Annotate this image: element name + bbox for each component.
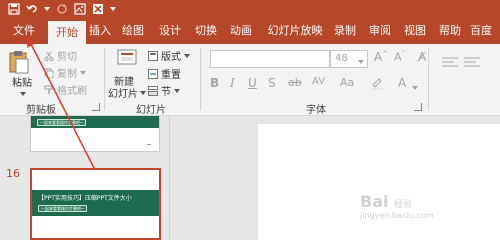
tab-home[interactable]: 开始 xyxy=(48,21,86,44)
excel-icon[interactable] xyxy=(92,3,104,15)
decrease-font-icon[interactable]: A˅ xyxy=(394,50,405,64)
tab-animations[interactable]: 动画 xyxy=(229,18,253,44)
copy-dropdown-icon[interactable] xyxy=(80,70,86,75)
undo-icon[interactable] xyxy=(26,3,38,15)
paragraph-group-partial xyxy=(440,54,490,94)
char-spacing-icon[interactable]: AV xyxy=(312,76,325,87)
redo-icon[interactable] xyxy=(56,3,68,15)
watermark: Bai 经验 jingyan.baidu.com xyxy=(360,192,434,220)
bold-icon[interactable]: B xyxy=(210,76,219,90)
strikethrough-icon[interactable]: ab xyxy=(288,76,302,89)
font-color-icon[interactable]: A xyxy=(398,76,406,90)
layout-icon xyxy=(148,50,158,61)
title-bar xyxy=(0,0,500,18)
layout-button[interactable]: 版式 xyxy=(148,48,190,63)
reset-label: 重置 xyxy=(161,70,181,81)
copy-button[interactable]: 复制 xyxy=(44,65,86,80)
undo-dropdown-icon[interactable] xyxy=(44,6,50,12)
tab-help[interactable]: 帮助 xyxy=(438,18,462,44)
cut-button[interactable]: 剪切 xyxy=(44,48,77,63)
format-painter-button[interactable]: 格式刷 xyxy=(44,82,87,97)
slide-editor-canvas[interactable] xyxy=(258,124,500,240)
tab-transitions[interactable]: 切换 xyxy=(194,18,218,44)
section-label: 节 xyxy=(161,87,171,98)
tab-draw[interactable]: 绘图 xyxy=(121,18,145,44)
paste-label[interactable]: 粘贴 xyxy=(12,74,32,89)
layout-label: 版式 xyxy=(161,52,181,63)
slide-pill: 一起来看看操作步骤吧~ xyxy=(38,205,88,212)
underline-icon[interactable]: U xyxy=(248,76,257,90)
reset-button[interactable]: 重置 xyxy=(148,66,181,81)
copy-label: 复制 xyxy=(57,69,77,80)
section-dropdown-icon[interactable] xyxy=(174,88,180,93)
new-slide-dropdown-icon[interactable] xyxy=(140,90,146,95)
reset-icon xyxy=(148,68,158,79)
tab-file[interactable]: 文件 xyxy=(6,18,42,44)
tab-view[interactable]: 视图 xyxy=(403,18,427,44)
copy-icon xyxy=(44,68,54,78)
section-icon xyxy=(148,85,158,96)
tab-slideshow[interactable]: 幻灯片放映 xyxy=(264,18,326,44)
slide-banner: 【PPT实用技巧】压缩PPT文件大小 一起来看看操作步骤吧~ xyxy=(32,190,159,216)
tab-insert[interactable]: 插入 xyxy=(88,18,112,44)
font-size-dropdown-icon[interactable] xyxy=(358,56,364,67)
save-icon[interactable] xyxy=(8,3,20,15)
new-slide-label-2: 幻灯片 xyxy=(108,89,138,100)
slides-group-label: 幻灯片 xyxy=(136,105,166,116)
watermark-brand: Bai xyxy=(360,192,389,211)
ribbon-tabs: 文件 开始 插入 绘图 设计 切换 动画 幻灯片放映 录制 审阅 视图 帮助 百… xyxy=(0,18,500,44)
group-separator xyxy=(104,48,105,110)
highlight-icon[interactable] xyxy=(370,76,384,93)
clipboard-dialog-launcher-icon[interactable] xyxy=(92,103,100,111)
quick-access-toolbar xyxy=(8,1,116,17)
clipboard-group-label: 剪贴板 xyxy=(26,105,56,116)
paste-icon xyxy=(9,51,29,74)
font-dialog-launcher-icon[interactable] xyxy=(414,103,422,111)
cut-label: 剪切 xyxy=(57,52,77,63)
shadow-icon[interactable]: S xyxy=(268,76,276,90)
scissors-icon xyxy=(44,51,54,61)
clear-format-icon[interactable]: A̸ xyxy=(418,50,426,64)
brush-icon xyxy=(44,85,53,94)
layout-dropdown-icon[interactable] xyxy=(184,53,190,58)
new-slide-button[interactable]: 幻灯片 xyxy=(108,85,146,100)
tab-baidu[interactable]: 百度 xyxy=(470,18,500,44)
group-separator xyxy=(428,48,429,110)
change-case-icon[interactable]: Aa xyxy=(340,76,354,89)
tab-design[interactable]: 设计 xyxy=(158,18,182,44)
slide-thumbnail-15[interactable]: 一起来看看操作步骤吧~ xyxy=(30,116,160,152)
slide-number: 16 xyxy=(6,167,20,180)
font-name-box[interactable] xyxy=(210,50,330,68)
new-slide-icon[interactable] xyxy=(116,48,140,73)
qat-more-icon[interactable] xyxy=(110,6,116,12)
font-group-label: 字体 xyxy=(306,105,326,116)
increase-font-icon[interactable]: A^ xyxy=(374,50,388,64)
paste-button[interactable] xyxy=(8,50,30,77)
ribbon: 粘贴 剪切 复制 格式刷 剪贴板 新建 幻灯片 版式 重置 节 幻灯片 48 A… xyxy=(0,44,500,116)
paste-dropdown-icon[interactable] xyxy=(20,88,26,99)
tab-record[interactable]: 录制 xyxy=(333,18,357,44)
thumb-marker xyxy=(147,144,151,145)
font-size-value: 48 xyxy=(335,53,348,64)
slide-thumbnail-16[interactable]: 【PPT实用技巧】压缩PPT文件大小 一起来看看操作步骤吧~ xyxy=(30,168,161,240)
tab-review[interactable]: 审阅 xyxy=(368,18,392,44)
watermark-url: jingyan.baidu.com xyxy=(360,211,434,220)
watermark-brand2: 经验 xyxy=(394,200,413,210)
slide-pill: 一起来看看操作步骤吧~ xyxy=(37,119,87,126)
group-separator xyxy=(200,48,201,110)
section-button[interactable]: 节 xyxy=(148,83,180,98)
image-icon[interactable] xyxy=(74,3,86,15)
format-painter-label: 格式刷 xyxy=(57,86,87,97)
font-color-dropdown-icon[interactable] xyxy=(412,82,418,93)
slide-title: 【PPT实用技巧】压缩PPT文件大小 xyxy=(38,195,132,202)
italic-icon[interactable]: I xyxy=(230,76,235,90)
